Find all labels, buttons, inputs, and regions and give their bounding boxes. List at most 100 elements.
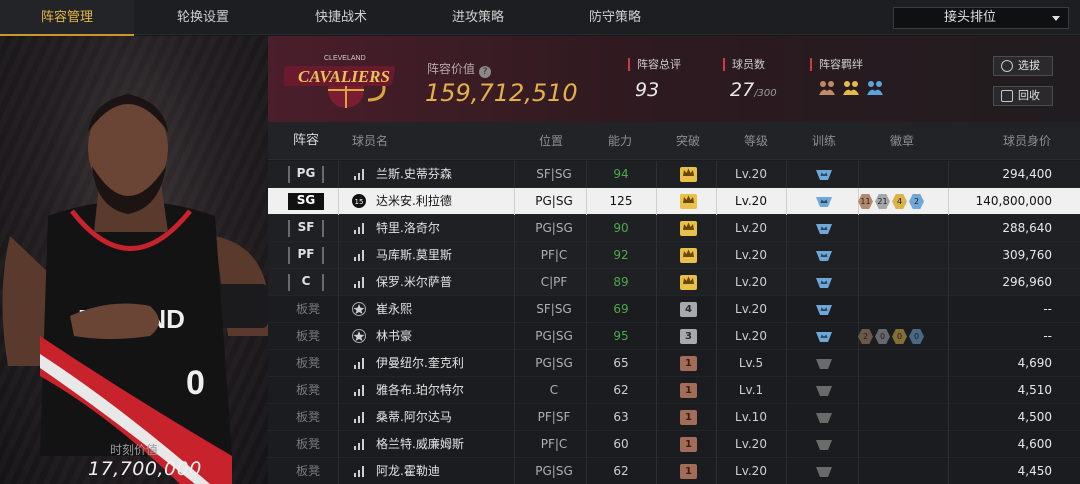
position-slot-badge[interactable]: PF	[288, 247, 324, 264]
player-position: PG|SG	[535, 221, 573, 235]
player-level: Lv.10	[735, 410, 767, 424]
tab-quick-tactics[interactable]: 快捷战术	[274, 0, 408, 35]
training-icon[interactable]	[815, 411, 833, 424]
stat-overall-label: 阵容总评	[628, 58, 681, 71]
training-icon[interactable]	[815, 168, 833, 181]
player-value: 294,400	[1002, 167, 1052, 181]
table-row[interactable]: SF 特里.洛奇尔 PG|SG 90 Lv.20 288,640	[268, 215, 1080, 242]
column-divider	[338, 242, 339, 269]
badge-group[interactable]: 2000	[858, 329, 924, 344]
player-level: Lv.20	[735, 221, 767, 235]
table-row[interactable]: 板凳 桑蒂.阿尔达马 PF|SF 63 1 Lv.10 4,500	[268, 404, 1080, 431]
table-row[interactable]: 板凳 阿龙.霍勒迪 PG|SG 62 1 Lv.20 4,450	[268, 458, 1080, 484]
player-ability: 63	[613, 410, 629, 424]
badge-count: 4	[892, 194, 907, 209]
header-name[interactable]: 球员名	[352, 122, 388, 160]
table-row[interactable]: SG 15 达米安.利拉德 PG|SG 125 Lv.20 11 21 4 2 140,800,00…	[268, 188, 1080, 215]
crown-icon	[680, 167, 697, 182]
tab-lineup-management[interactable]: 阵容管理	[0, 0, 134, 36]
training-icon[interactable]	[815, 222, 833, 235]
player-position: PG|SG	[535, 464, 573, 478]
player-name[interactable]: 林书豪	[376, 323, 412, 350]
sort-dropdown[interactable]: 接头排位	[893, 7, 1069, 29]
player-name[interactable]: 兰斯.史蒂芬森	[376, 161, 452, 188]
tab-offense-strategy[interactable]: 进攻策略	[411, 0, 545, 35]
player-value: 4,510	[1017, 383, 1052, 397]
column-divider	[858, 161, 859, 188]
training-icon[interactable]	[815, 465, 833, 478]
player-name[interactable]: 桑蒂.阿尔达马	[376, 404, 452, 431]
position-slot-badge[interactable]: PG	[288, 166, 324, 183]
training-icon[interactable]	[815, 249, 833, 262]
bond-icon-bronze[interactable]	[817, 77, 837, 97]
table-row[interactable]: C 保罗.米尔萨普 C|PF 89 Lv.20 296,960	[268, 269, 1080, 296]
player-level: Lv.20	[735, 275, 767, 289]
header-position[interactable]: 位置	[539, 122, 563, 160]
player-name[interactable]: 崔永熙	[376, 296, 412, 323]
signal-bars-icon	[354, 358, 364, 369]
recycle-button-label: 回收	[1018, 89, 1040, 102]
column-divider	[786, 269, 787, 296]
signal-bars-icon	[354, 385, 364, 396]
player-name[interactable]: 格兰特.威廉姆斯	[376, 431, 464, 458]
bond-icon-gold[interactable]	[841, 77, 861, 97]
stat-player-count-max: /300	[754, 88, 777, 99]
column-divider	[338, 323, 339, 350]
player-ability: 60	[613, 437, 629, 451]
table-row[interactable]: 板凳 伊曼纽尔.奎克利 PG|SG 65 1 Lv.5 4,690	[268, 350, 1080, 377]
player-name[interactable]: 伊曼纽尔.奎克利	[376, 350, 464, 377]
header-breakthrough[interactable]: 突破	[676, 122, 700, 160]
position-slot-badge[interactable]: C	[288, 274, 324, 291]
header-slot[interactable]: 阵容	[293, 122, 319, 160]
table-row[interactable]: 板凳 崔永熙 SF|SG 69 4 Lv.20 --	[268, 296, 1080, 323]
player-name[interactable]: 马库斯.莫里斯	[376, 242, 452, 269]
crown-icon	[680, 248, 697, 263]
lineup-value-label: 阵容价值	[427, 62, 476, 76]
tab-rotation-settings[interactable]: 轮换设置	[136, 0, 270, 35]
header-level[interactable]: 等级	[744, 122, 768, 160]
recycle-button[interactable]: 回收	[993, 86, 1053, 106]
player-value: 140,800,000	[975, 194, 1052, 208]
player-level: Lv.20	[735, 248, 767, 262]
training-icon[interactable]	[815, 330, 833, 343]
training-icon[interactable]	[815, 276, 833, 289]
column-divider	[338, 458, 339, 484]
column-divider	[338, 296, 339, 323]
bond-icon-blue[interactable]	[865, 77, 885, 97]
player-name[interactable]: 达米安.利拉德	[376, 188, 452, 215]
training-icon[interactable]	[815, 195, 833, 208]
pick-button[interactable]: 选拔	[993, 56, 1053, 76]
table-row[interactable]: 板凳 林书豪 PG|SG 95 3 Lv.20 2 0 0 0 --	[268, 323, 1080, 350]
header-value[interactable]: 球员身价	[1003, 122, 1051, 160]
table-row[interactable]: 板凳 格兰特.威廉姆斯 PF|C 60 1 Lv.20 4,600	[268, 431, 1080, 458]
header-training[interactable]: 训练	[812, 122, 836, 160]
tab-defense-strategy[interactable]: 防守策略	[548, 0, 682, 35]
header-badges[interactable]: 徽章	[890, 122, 914, 160]
player-card[interactable]: RTLAND 0 时刻价值 17,700,000	[0, 36, 268, 484]
table-row[interactable]: 板凳 雅各布.珀尔特尔 C 62 1 Lv.1 4,510	[268, 377, 1080, 404]
table-header: 阵容 球员名 位置 能力 突破 等级 训练 徽章 球员身价	[268, 122, 1080, 160]
badge-group[interactable]: 11 21 4 2	[858, 194, 924, 209]
column-divider	[338, 404, 339, 431]
training-icon[interactable]	[815, 303, 833, 316]
player-name[interactable]: 阿龙.霍勒迪	[376, 458, 440, 484]
player-name[interactable]: 保罗.米尔萨普	[376, 269, 452, 296]
player-position: PF|C	[540, 437, 568, 451]
training-icon[interactable]	[815, 438, 833, 451]
position-slot-badge[interactable]: SF	[288, 220, 324, 237]
header-ability[interactable]: 能力	[608, 122, 632, 160]
stat-bonds: 阵容羁绊	[810, 58, 885, 97]
player-name[interactable]: 特里.洛奇尔	[376, 215, 440, 242]
column-divider	[858, 404, 859, 431]
training-icon[interactable]	[815, 357, 833, 370]
column-divider	[858, 269, 859, 296]
stat-overall: 阵容总评 93	[628, 58, 681, 101]
table-row[interactable]: PF 马库斯.莫里斯 PF|C 92 Lv.20 309,760	[268, 242, 1080, 269]
column-divider	[786, 404, 787, 431]
table-row[interactable]: PG 兰斯.史蒂芬森 SF|SG 94 Lv.20 294,400	[268, 161, 1080, 188]
stat-player-count: 球员数 27/300	[723, 58, 777, 101]
position-slot-badge[interactable]: SG	[288, 193, 324, 210]
training-icon[interactable]	[815, 384, 833, 397]
player-name[interactable]: 雅各布.珀尔特尔	[376, 377, 464, 404]
help-icon[interactable]: ?	[479, 66, 492, 78]
